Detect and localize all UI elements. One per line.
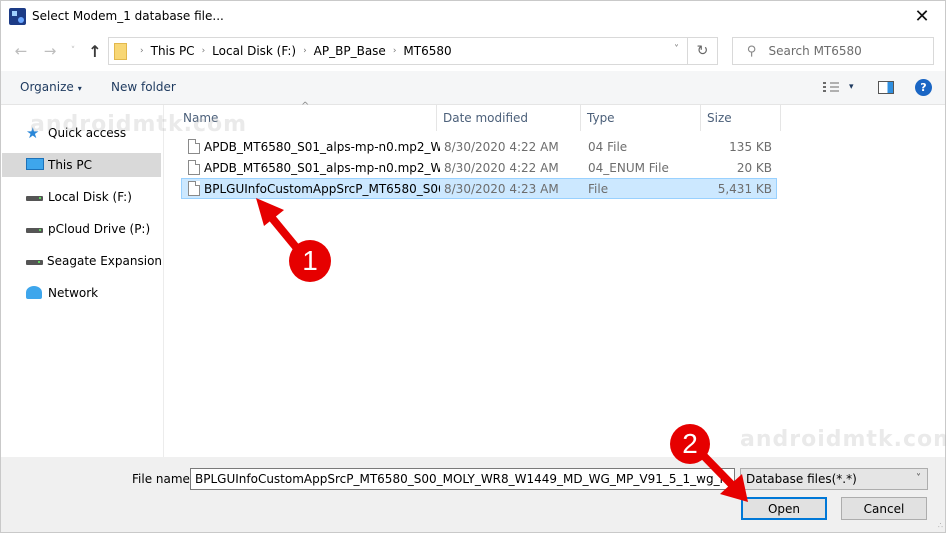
up-button[interactable]: ↑	[85, 41, 105, 61]
breadcrumb-separator-icon: ›	[201, 46, 206, 56]
drive-icon	[26, 228, 43, 233]
column-header-size[interactable]: Size	[701, 105, 781, 131]
sidebar-item-label: Quick access	[48, 126, 127, 140]
refresh-button[interactable]: ↻	[688, 37, 718, 65]
file-name: BPLGUInfoCustomAppSrcP_MT6580_S00...	[204, 181, 440, 196]
resize-grip-icon[interactable]: ∴	[938, 521, 943, 530]
file-row[interactable]: APDB_MT6580_S01_alps-mp-n0.mp2_W1... 8/3…	[181, 136, 777, 157]
file-type-value: Database files(*.*)	[746, 472, 857, 486]
file-date: 8/30/2020 4:22 AM	[444, 139, 559, 154]
file-open-dialog: Select Modem_1 database file... ✕ ← → ˅ …	[0, 0, 946, 533]
sidebar-item-seagate-expansion[interactable]: Seagate Expansion Dri	[2, 249, 161, 273]
file-date: 8/30/2020 4:23 AM	[444, 181, 559, 196]
breadcrumb-mt6580[interactable]: MT6580	[403, 44, 451, 58]
file-date: 8/30/2020 4:22 AM	[444, 160, 559, 175]
file-size: 20 KB	[736, 160, 772, 175]
file-icon	[188, 160, 200, 175]
sidebar-item-label: pCloud Drive (P:)	[48, 222, 151, 236]
network-icon	[26, 286, 42, 299]
column-header-name[interactable]: Name	[177, 105, 437, 131]
sidebar-item-label: Local Disk (F:)	[48, 190, 132, 204]
breadcrumb-separator-icon: ›	[140, 46, 144, 56]
sidebar-item-this-pc[interactable]: This PC	[2, 153, 161, 177]
chevron-down-icon: ˅	[70, 46, 76, 56]
file-name-value: BPLGUInfoCustomAppSrcP_MT6580_S00_MOLY_W…	[195, 472, 728, 486]
file-type: 04_ENUM File	[588, 160, 669, 175]
app-icon	[9, 8, 26, 25]
sidebar-item-label: This PC	[48, 158, 92, 172]
column-header-type[interactable]: Type	[581, 105, 701, 131]
file-row-selected[interactable]: BPLGUInfoCustomAppSrcP_MT6580_S00... 8/3…	[181, 178, 777, 199]
sidebar-item-label: Network	[48, 286, 99, 300]
navigation-pane: ★ Quick access This PC Local Disk (F:) p…	[1, 105, 164, 457]
column-label: Name	[183, 111, 219, 125]
file-name-label: File name:	[132, 472, 194, 486]
file-name-input[interactable]: BPLGUInfoCustomAppSrcP_MT6580_S00_MOLY_W…	[190, 468, 735, 490]
open-button[interactable]: Open	[741, 497, 827, 520]
sidebar-item-quick-access[interactable]: ★ Quick access	[2, 121, 161, 145]
command-bar: Organize ▾ New folder ▾ ?	[1, 71, 945, 105]
step-1-badge: 1	[289, 240, 331, 282]
back-arrow-icon: ←	[14, 42, 28, 60]
new-folder-button[interactable]: New folder	[111, 80, 176, 94]
step-2-badge: 2	[670, 424, 710, 464]
file-icon	[188, 139, 200, 154]
column-header-date-modified[interactable]: Date modified	[437, 105, 581, 131]
address-bar[interactable]: › This PC › Local Disk (F:) › AP_BP_Base…	[108, 37, 688, 65]
file-list: ^ Name Date modified Type Size APDB_MT65…	[165, 101, 945, 457]
forward-arrow-icon: →	[43, 42, 57, 60]
title-bar: Select Modem_1 database file... ✕	[1, 1, 945, 33]
chevron-down-icon: ˅	[916, 473, 921, 484]
address-dropdown-icon[interactable]: ˅	[674, 44, 679, 55]
breadcrumb-local-disk[interactable]: Local Disk (F:)	[212, 44, 296, 58]
dialog-footer: File name: BPLGUInfoCustomAppSrcP_MT6580…	[1, 457, 945, 532]
file-size: 135 KB	[729, 139, 772, 154]
drive-icon	[26, 196, 43, 201]
search-placeholder: Search MT6580	[768, 44, 862, 58]
search-icon: ⚲	[747, 43, 757, 59]
breadcrumb-separator-icon: ›	[392, 46, 397, 56]
file-type: 04 File	[588, 139, 628, 154]
organize-label: Organize	[20, 80, 74, 94]
organize-button[interactable]: Organize ▾	[20, 80, 82, 94]
folder-icon	[114, 42, 127, 60]
file-type: File	[588, 181, 609, 196]
caret-down-icon: ▾	[77, 84, 82, 93]
sidebar-item-local-disk[interactable]: Local Disk (F:)	[2, 185, 161, 209]
column-label: Date modified	[443, 111, 529, 125]
window-title: Select Modem_1 database file...	[32, 9, 224, 23]
file-type-select[interactable]: Database files(*.*) ˅	[740, 468, 928, 490]
view-options-icon[interactable]	[823, 82, 839, 94]
sidebar-item-network[interactable]: Network	[2, 281, 161, 305]
close-button[interactable]: ✕	[899, 1, 945, 31]
column-label: Type	[587, 111, 615, 125]
star-icon: ★	[26, 124, 40, 142]
up-arrow-icon: ↑	[88, 41, 102, 61]
forward-button[interactable]: →	[40, 41, 60, 61]
navigation-bar: ← → ˅ ↑ › This PC › Local Disk (F:) › AP…	[1, 33, 945, 71]
drive-icon	[26, 260, 43, 265]
breadcrumb-ap-bp-base[interactable]: AP_BP_Base	[314, 44, 386, 58]
refresh-icon: ↻	[696, 43, 709, 59]
file-name: APDB_MT6580_S01_alps-mp-n0.mp2_W1...	[204, 139, 440, 154]
breadcrumb-separator-icon: ›	[303, 46, 307, 56]
sidebar-item-pcloud-drive[interactable]: pCloud Drive (P:)	[2, 217, 161, 241]
search-input[interactable]: ⚲ Search MT6580	[732, 37, 934, 65]
view-caret-icon[interactable]: ▾	[849, 82, 854, 92]
file-size: 5,431 KB	[717, 181, 772, 196]
recent-locations-button[interactable]: ˅	[63, 41, 83, 61]
computer-icon	[26, 158, 44, 170]
preview-pane-icon[interactable]	[878, 81, 894, 94]
file-name: APDB_MT6580_S01_alps-mp-n0.mp2_W1...	[204, 160, 440, 175]
breadcrumb-this-pc[interactable]: This PC	[151, 44, 195, 58]
cancel-button[interactable]: Cancel	[841, 497, 927, 520]
column-label: Size	[707, 111, 732, 125]
close-icon: ✕	[914, 5, 930, 27]
sidebar-item-label: Seagate Expansion Dri	[47, 254, 161, 268]
help-icon[interactable]: ?	[915, 79, 932, 96]
file-row[interactable]: APDB_MT6580_S01_alps-mp-n0.mp2_W1... 8/3…	[181, 157, 777, 178]
file-icon	[188, 181, 200, 196]
back-button[interactable]: ←	[11, 41, 31, 61]
